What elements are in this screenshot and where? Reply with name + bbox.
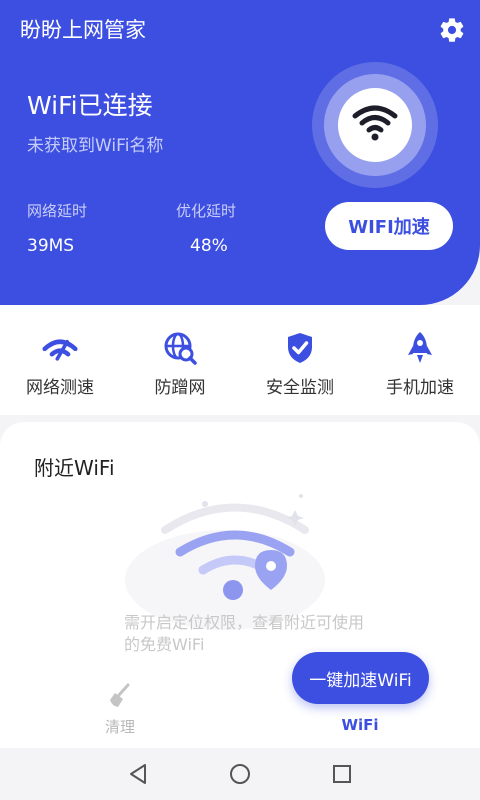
location-permission-text: 需开启定位权限，查看附近可使用的免费WiFi: [124, 613, 365, 654]
tool-phone-boost[interactable]: 手机加速: [365, 305, 475, 415]
tab-label: 清理: [104, 718, 135, 736]
tool-label: 网络测速: [26, 378, 94, 398]
tool-label: 防蹭网: [154, 378, 206, 398]
speed-test-icon: [42, 331, 78, 365]
tool-speed-test[interactable]: 网络测速: [5, 305, 115, 415]
globe-search-icon: [162, 331, 198, 365]
app-title: 盼盼上网管家: [20, 18, 146, 42]
system-nav-bar: [0, 748, 480, 800]
tool-security-check[interactable]: 安全监测: [245, 305, 355, 415]
optimization-value: 48%: [190, 236, 228, 256]
wifi-icon: [352, 105, 398, 141]
latency-value: 39MS: [27, 236, 75, 256]
tab-clean[interactable]: 清理: [60, 670, 180, 750]
connection-status: WiFi已连接: [27, 91, 153, 120]
rocket-icon: [402, 331, 438, 365]
nearby-wifi-title: 附近WiFi: [34, 456, 115, 480]
wifi-accelerate-button[interactable]: WIFI加速: [325, 202, 453, 250]
tool-label: 安全监测: [266, 378, 334, 398]
latency-label: 网络延时: [27, 202, 88, 220]
wifi-name-status: 未获取到WiFi名称: [27, 136, 164, 156]
gear-icon[interactable]: [438, 16, 466, 44]
broom-icon: [106, 682, 134, 710]
wifi-status-badge: [312, 62, 438, 188]
recents-icon[interactable]: [330, 762, 354, 786]
wifi-location-illustration: [125, 494, 325, 630]
home-icon[interactable]: [228, 762, 252, 786]
tool-label: 手机加速: [386, 378, 454, 398]
header-panel: 盼盼上网管家 WiFi已连接 未获取到WiFi名称 网络延时 39MS 优化延时…: [0, 0, 480, 305]
tools-row: 网络测速 防蹭网 安全监测 手机加速: [0, 305, 480, 415]
tab-label: WiFi: [341, 716, 379, 734]
tool-anti-leech[interactable]: 防蹭网: [125, 305, 235, 415]
shield-check-icon: [282, 331, 318, 365]
one-key-accelerate-button[interactable]: 一键加速WiFi: [292, 652, 429, 704]
optimization-label: 优化延时: [176, 202, 237, 220]
back-icon[interactable]: [126, 762, 150, 786]
